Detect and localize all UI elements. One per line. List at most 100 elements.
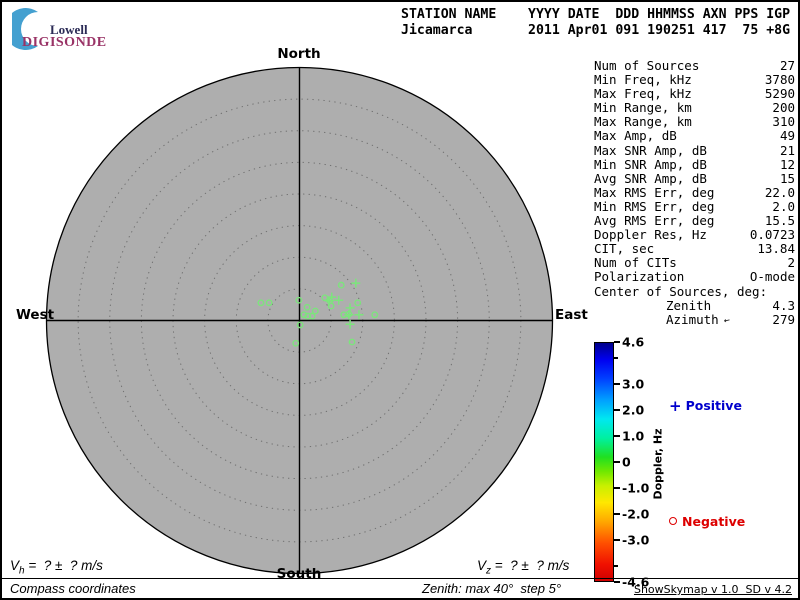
legend-positive-label: Positive [685,398,742,413]
colorbar-tick [614,341,620,343]
stats-value: 12 [779,156,795,172]
stats-value: 0.0723 [749,227,795,243]
stats-value: 4.3 [772,297,795,313]
stats-row: Polarization O-mode [594,270,795,284]
stats-value: 310 [772,114,795,130]
stats-label: Num of Sources [594,58,700,73]
vz-value: = ? ± ? m/s [491,558,570,573]
compass-label-south: South [276,566,322,582]
colorbar-tick [614,461,620,463]
stats-row: Center of Sources, deg: [594,284,795,299]
stats-label: Avg RMS Err, deg [594,213,715,229]
horizontal-velocity-readout: Vh = ? ± ? m/s [10,558,103,577]
stats-row: Num of Sources 27 [594,58,795,73]
vz-symbol: V [477,558,487,573]
stats-value: 279 [772,311,795,327]
stats-value: 5290 [764,86,795,102]
stats-label: Polarization [594,269,685,285]
stats-value: 27 [779,58,795,73]
stats-row: Max SNR Amp, dB 21 [594,142,795,158]
stats-row: Min RMS Err, deg 2.0 [594,198,795,214]
colorbar-tick [614,408,620,411]
colorbar-tick-label: -1.0 [622,480,650,496]
stats-label: Azimuth ← [666,311,731,327]
statistics-panel: Num of Sources 27 Min Freq, kHz 3780 Max Fre… [594,58,795,327]
stats-row: Min SNR Amp, dB 12 [594,156,795,172]
doppler-colorbar [594,342,614,582]
stats-row: Max Amp, dB 49 [594,129,795,143]
stats-label: Min RMS Err, deg [594,198,715,214]
stats-row: Doppler Res, Hz 0.0723 [594,228,795,242]
colorbar-tick [614,513,620,516]
stats-value: 2.0 [772,198,795,214]
stats-value: 2 [787,255,795,271]
stats-value: 21 [779,142,795,158]
colorbar-tick [614,565,618,568]
colorbar-tick [614,539,620,542]
stats-row: Avg SNR Amp, dB 15 [594,170,795,186]
legend-negative: Negative [669,514,745,529]
vh-value: = ? ± ? m/s [24,558,103,573]
stats-value: 200 [772,100,795,116]
vertical-velocity-readout: Vz = ? ± ? m/s [477,558,569,577]
stats-value: 3780 [764,72,795,88]
colorbar-tick-label: 4.6 [622,334,645,350]
legend-positive: + Positive [669,397,742,415]
stats-label: Min Freq, kHz [594,72,692,88]
doppler-colorbar-ticks: 4.6 3.0 2.0 1.0 0 -1.0 -2.0 -3.0 -4.6 [614,335,674,590]
colorbar-tick [614,487,620,490]
doppler-axis-label: Doppler, Hz [651,428,665,500]
stats-row: Zenith 4.3 [594,297,795,313]
stats-row: Min Freq, kHz 3780 [594,72,795,88]
stats-label: Num of CITs [594,255,677,271]
colorbar-tick [614,434,620,437]
stats-row: Max RMS Err, deg 22.0 [594,184,795,200]
stats-label: Min SNR Amp, dB [594,156,707,172]
coordinate-system-note: Compass coordinates [10,581,136,596]
colorbar-tick-label: 2.0 [622,402,645,418]
stats-row: CIT, sec 13.84 [594,242,795,256]
compass-label-west: West [16,307,55,323]
stats-label: Max SNR Amp, dB [594,142,707,158]
footer-divider [2,578,798,579]
stats-value: O-mode [749,269,795,285]
colorbar-tick-label: -2.0 [622,506,650,522]
stats-value: 49 [779,128,795,144]
stats-label: Max Range, km [594,114,692,130]
stats-label: Avg SNR Amp, dB [594,170,707,186]
stats-label: Max Amp, dB [594,128,677,144]
stats-value: 15 [779,170,795,186]
stats-row: Max Freq, kHz 5290 [594,87,795,101]
stats-row: Max Range, km 310 [594,115,795,129]
legend-negative-label: Negative [682,514,746,529]
colorbar-tick-label: 0 [622,454,631,470]
stats-row: Avg RMS Err, deg 15.5 [594,213,795,229]
stats-label: CIT, sec [594,241,655,257]
stats-row: Min Range, km 200 [594,101,795,115]
colorbar-tick [614,382,620,385]
stats-label: Zenith [666,297,712,313]
zenith-range-note: Zenith: max 40° step 5° [422,581,562,596]
negative-marker-icon [669,517,677,525]
colorbar-tick [614,581,620,583]
stats-value: 22.0 [764,184,795,200]
vh-symbol: V [10,558,20,573]
stats-label: Max RMS Err, deg [594,184,715,200]
colorbar-tick-label: 3.0 [622,376,645,392]
compass-label-north: North [277,46,321,62]
stats-label: Min Range, km [594,100,692,116]
azimuth-direction-arrow-icon: ← [722,312,731,326]
software-version: ShowSkymap v 1.0 SD v 4.2 [633,583,792,596]
skymap-window: Lowell DIGISONDE STATION NAME YYYY DATE … [0,0,800,600]
stats-value: 13.84 [757,241,795,257]
stats-label: Doppler Res, Hz [594,227,707,243]
stats-value: 15.5 [764,213,795,229]
stats-label: Max Freq, kHz [594,86,692,102]
positive-marker-icon: + [669,397,682,415]
compass-label-east: East [555,307,588,323]
colorbar-tick [614,356,618,359]
stats-row: Num of CITs 2 [594,256,795,270]
stats-row: Azimuth ← 279 [594,311,795,327]
colorbar-tick-label: 1.0 [622,428,645,444]
colorbar-tick-label: -3.0 [622,532,650,548]
